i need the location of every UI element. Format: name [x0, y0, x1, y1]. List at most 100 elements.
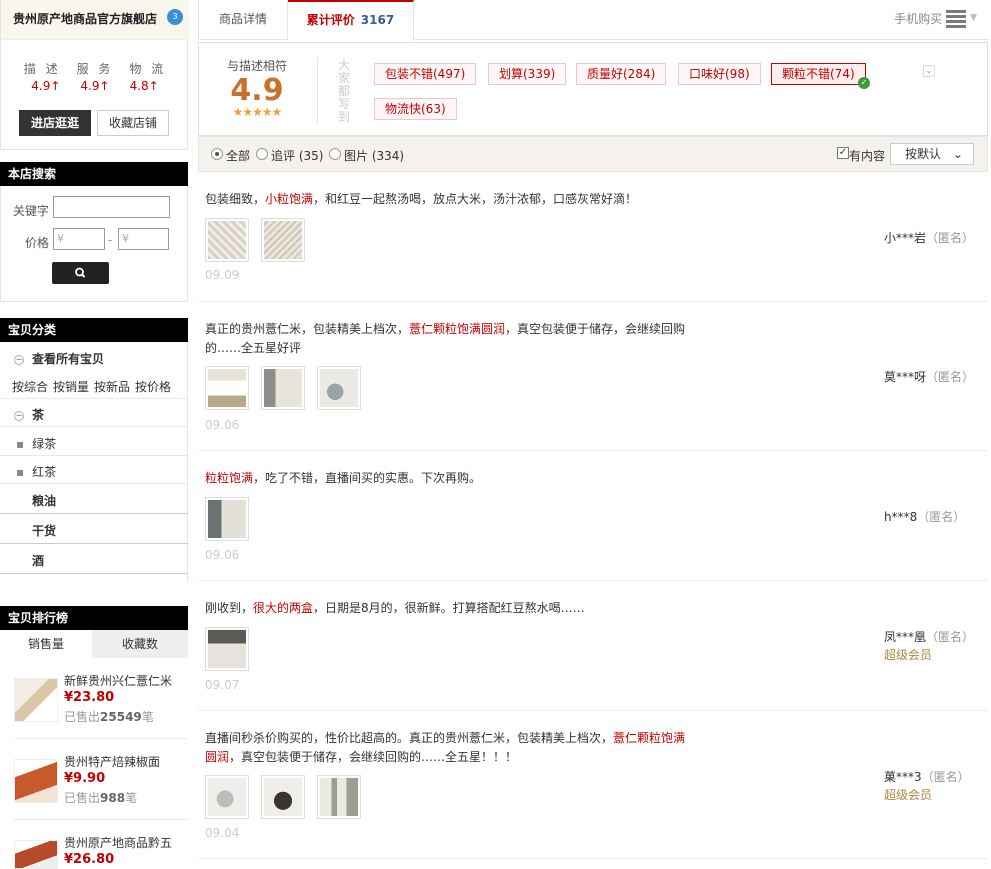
anonymous-label: （匿名） — [921, 770, 970, 784]
review-text: 包装细致，小粒饱满，和红豆一起熬汤喝，放点大米，汤汁浓郁，口感灰常好滴！ — [205, 192, 638, 206]
reviewer-name: 莫***呀 — [884, 370, 927, 384]
review-date: 09.04 — [205, 826, 240, 840]
collapse-icon[interactable]: − — [14, 410, 24, 421]
bullet-icon: ▪ — [16, 437, 25, 451]
rank-item[interactable]: 贵州原产地商品黔五 ¥26.80 — [0, 830, 188, 869]
filter-all-label[interactable]: 全部 — [226, 147, 250, 164]
review-photo[interactable] — [261, 366, 305, 410]
sort-links: 按综合 按销量 按新品 按价格 — [0, 378, 188, 395]
radio-all[interactable] — [211, 148, 223, 160]
price-min-input[interactable]: ¥ — [53, 228, 105, 250]
star-rating-icon: ★★★★★ — [232, 105, 283, 119]
keyword-input[interactable] — [53, 196, 170, 218]
sold-count: 25549 — [100, 710, 142, 724]
has-content-checkbox[interactable]: ✓ — [837, 147, 849, 159]
review-photo[interactable] — [317, 366, 361, 410]
category-grain-oil[interactable]: 粮油 — [0, 492, 188, 514]
sort-link-sales[interactable]: 按销量 — [53, 378, 89, 395]
review-photo[interactable] — [317, 775, 361, 819]
tag-packaging[interactable]: 包装不错(497) — [374, 63, 477, 85]
reviewer: 莫***呀（匿名） — [884, 368, 974, 385]
categories-title: 宝贝分类 — [0, 318, 188, 342]
categories-panel: − 查看所有宝贝 按综合 按销量 按新品 按价格 − 茶 ▪ 绿茶 ▪ 红茶 粮油 干货… — [0, 342, 188, 582]
mobile-buy[interactable]: 手机购买 ▼ — [894, 8, 977, 28]
review-text: 刚收到，很大的两盒，日期是8月的，很新鲜。打算搭配红豆熬水喝…… — [205, 601, 585, 615]
rank-item-title[interactable]: 贵州特产焙辣椒面 — [64, 753, 188, 770]
rank-item-sold: 已售出988笔 — [64, 789, 137, 806]
bullet-icon: ▪ — [16, 465, 25, 479]
rating-value-logistics: 4.8↑ — [129, 79, 159, 93]
tab-sales[interactable]: 销售量 — [0, 630, 92, 658]
rank-item[interactable]: 新鲜贵州兴仁薏仁米 ¥23.80 已售出25549笔 — [0, 668, 188, 748]
rating-label-logistics: 物 流 — [129, 62, 167, 76]
review-photo[interactable] — [205, 218, 249, 262]
review-photo[interactable] — [261, 775, 305, 819]
product-thumbnail[interactable] — [14, 759, 58, 803]
store-search-button[interactable] — [52, 262, 109, 284]
category-liquor[interactable]: 酒 — [0, 552, 188, 574]
rank-item[interactable]: 贵州特产焙辣椒面 ¥9.90 已售出988笔 — [0, 749, 188, 829]
divider — [0, 398, 188, 399]
price-max-input[interactable]: ¥ — [118, 228, 169, 250]
review-summary: 与描述相符 4.9 ★★★★★ 大家都写到 包装不错(497) 划算(339) … — [198, 42, 988, 136]
tag-quality[interactable]: 质量好(284) — [576, 63, 667, 85]
tag-value[interactable]: 划算(339) — [488, 63, 567, 85]
review-text: 粒粒饱满，吃了不错，直播间买的实惠。下次再购。 — [205, 471, 482, 485]
tab-product-details[interactable]: 商品详情 — [199, 0, 288, 40]
category-green-tea[interactable]: ▪ 绿茶 — [0, 435, 188, 452]
review-photos — [205, 627, 249, 671]
category-tea[interactable]: − 茶 — [0, 406, 188, 423]
keyword-label: 关键字 — [13, 204, 50, 218]
tab-reviews[interactable]: 累计评价 3167 — [288, 0, 414, 41]
view-all-items[interactable]: − 查看所有宝贝 — [0, 350, 188, 367]
sort-link-overall[interactable]: 按综合 — [12, 378, 48, 395]
shop-name[interactable]: 贵州原产地商品官方旗舰店 — [1, 0, 189, 40]
tab-bar: 商品详情 累计评价 3167 手机购买 ▼ — [198, 0, 989, 41]
filter-pictures-label[interactable]: 图片 (334) — [344, 147, 404, 164]
tab-reviews-label: 累计评价 — [306, 13, 355, 27]
review-date: 09.07 — [205, 678, 240, 692]
reviewer-name: 凤***凰 — [884, 630, 927, 644]
review-photos — [205, 497, 249, 541]
mobile-buy-label: 手机购买 — [894, 11, 943, 26]
search-icon — [75, 267, 86, 278]
has-content-label[interactable]: 有内容 — [849, 147, 885, 164]
filter-bar: 全部 追评 (35) 图片 (334) ✓ 有内容 按默认 ⌄ — [198, 136, 988, 172]
tag-grain[interactable]: 颗粒不错(74) — [771, 63, 866, 85]
product-thumbnail[interactable] — [14, 840, 58, 869]
review-photo[interactable] — [205, 497, 249, 541]
review-photos — [205, 218, 305, 262]
review-text: 真正的贵州薏仁米，包装精美上档次，薏仁颗粒饱满圆润，真空包装便于储存，会继续回购… — [205, 322, 686, 355]
reviewer: 凤***凰（匿名） — [884, 628, 974, 645]
category-dried-goods[interactable]: 干货 — [0, 522, 188, 544]
review-photo[interactable] — [261, 218, 305, 262]
review-photo[interactable] — [205, 366, 249, 410]
rank-item-title[interactable]: 贵州原产地商品黔五 — [64, 834, 188, 851]
shop-level-badge-icon: 3 — [167, 9, 183, 25]
category-black-tea[interactable]: ▪ 红茶 — [0, 463, 188, 480]
tag-taste[interactable]: 口味好(98) — [678, 63, 761, 85]
reviewer: h***8（匿名） — [884, 508, 965, 525]
sort-link-new[interactable]: 按新品 — [94, 378, 130, 395]
divider — [317, 57, 318, 123]
favorite-shop-button[interactable]: 收藏店铺 — [97, 110, 169, 136]
review-photo[interactable] — [205, 775, 249, 819]
chevron-down-icon[interactable]: ▼ — [970, 13, 977, 23]
review-photo[interactable] — [205, 627, 249, 671]
product-thumbnail[interactable] — [14, 678, 58, 722]
tag-fast-shipping[interactable]: 物流快(63) — [374, 98, 457, 120]
sort-select-value: 按默认 — [905, 147, 942, 161]
expand-chevron-icon[interactable]: ⌄ — [923, 65, 935, 77]
sold-prefix: 已售出 — [64, 710, 101, 724]
rank-item-title[interactable]: 新鲜贵州兴仁薏仁米 — [64, 672, 188, 689]
qr-code-icon[interactable] — [946, 8, 967, 28]
filter-followup-label[interactable]: 追评 (35) — [271, 147, 323, 164]
collapse-icon[interactable]: − — [14, 354, 24, 365]
sold-suffix: 笔 — [125, 791, 138, 805]
radio-pictures[interactable] — [329, 148, 341, 160]
enter-shop-button[interactable]: 进店逛逛 — [19, 110, 91, 136]
sort-select[interactable]: 按默认 ⌄ — [890, 143, 974, 165]
sort-link-price[interactable]: 按价格 — [135, 378, 171, 395]
radio-followup[interactable] — [256, 148, 268, 160]
tab-favorites[interactable]: 收藏数 — [92, 630, 188, 658]
